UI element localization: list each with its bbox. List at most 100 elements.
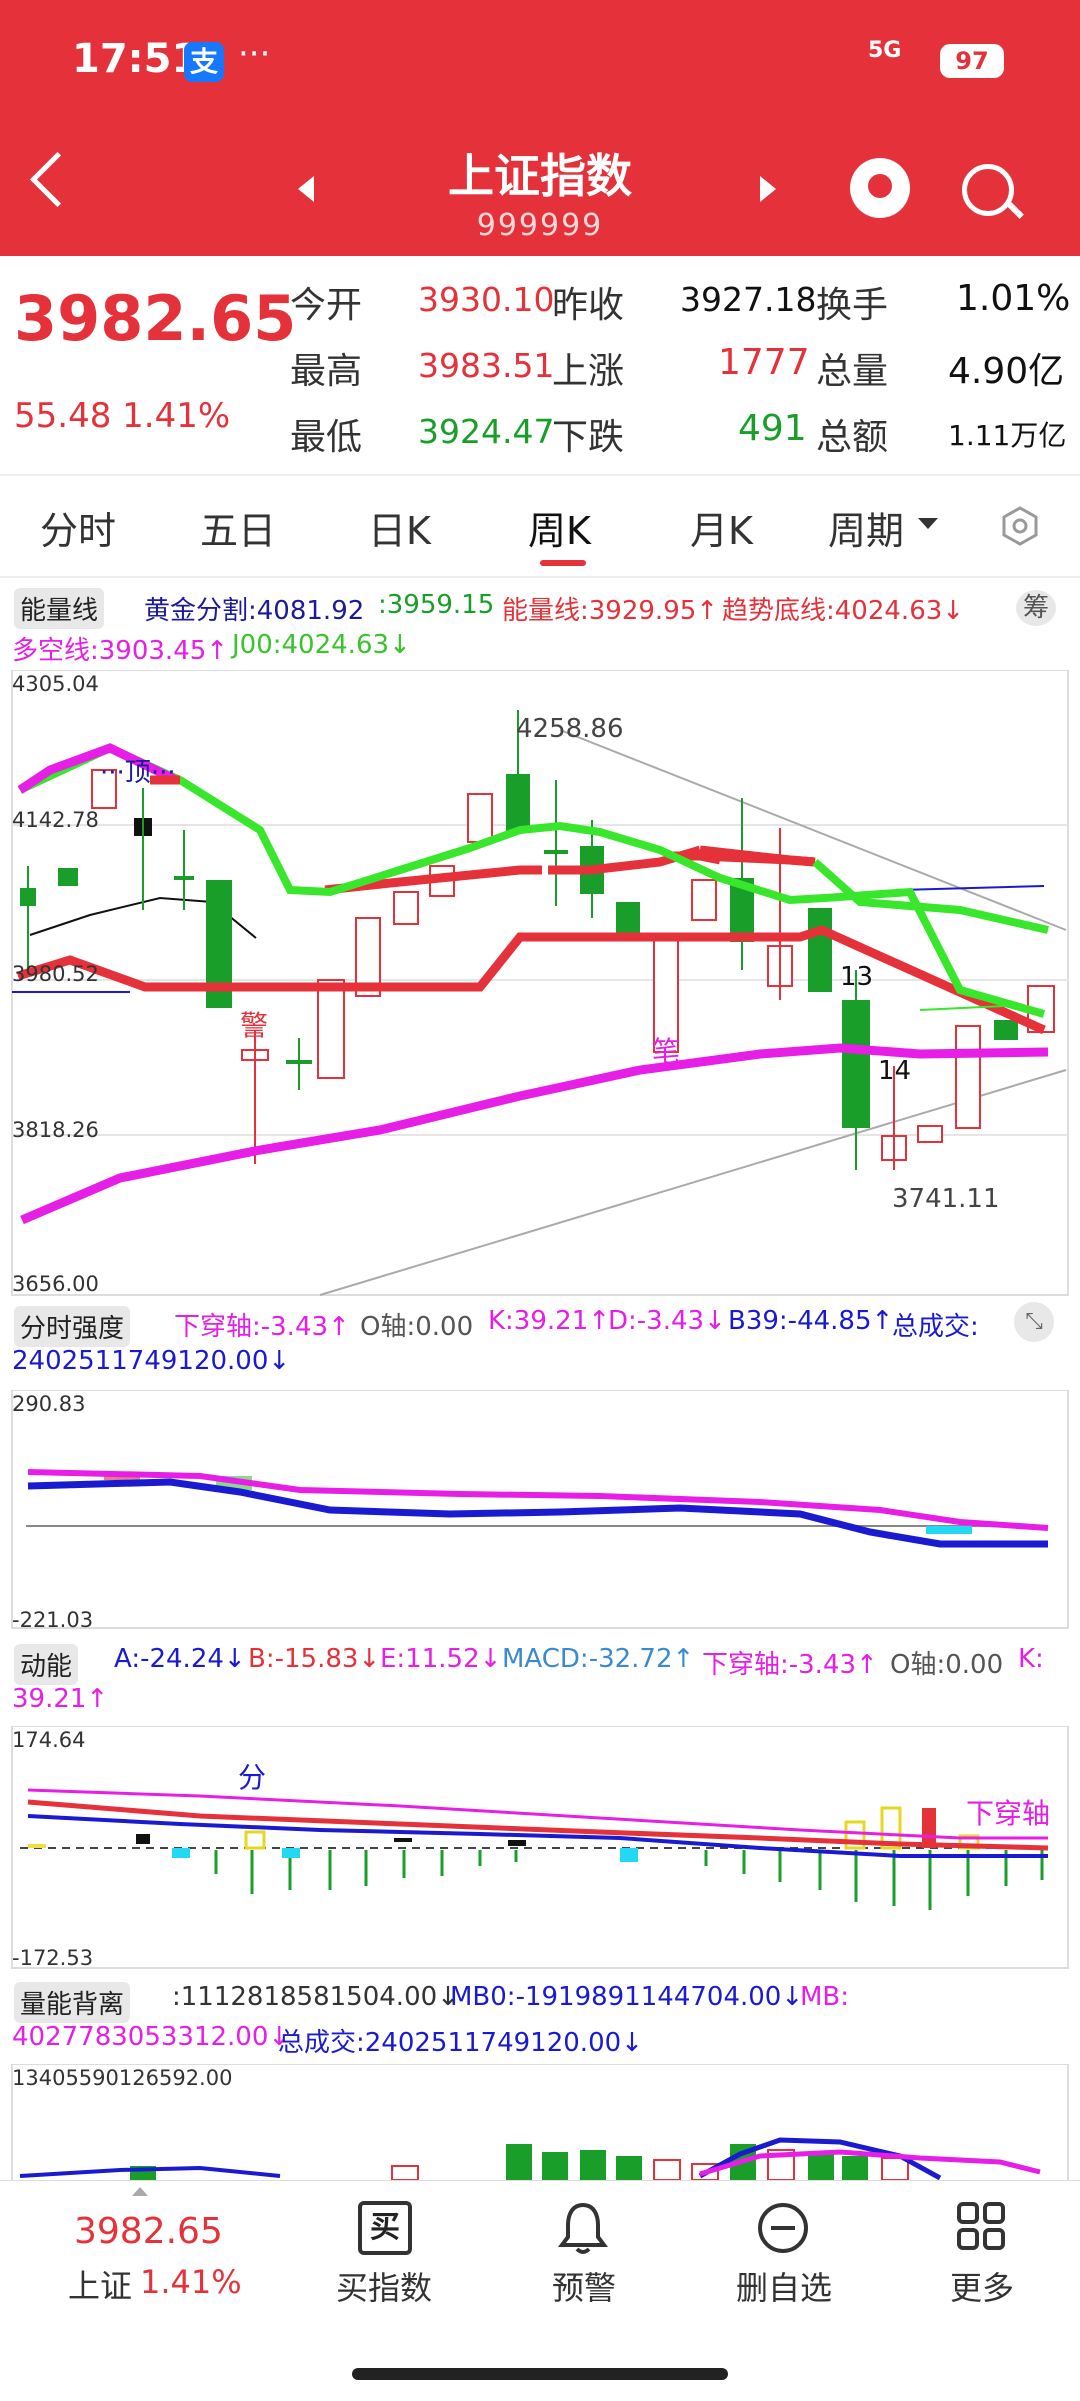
panel3-macd: MACD:-32.72↑: [502, 1644, 695, 1674]
advance-value: 1777: [718, 342, 810, 383]
panel3-cross: 下穿轴:-3.43↑: [702, 1650, 878, 1680]
panel2-total-value: 2402511749120.00↓: [12, 1346, 291, 1376]
annotation-warn: 警: [240, 1009, 269, 1042]
remove-circle-icon[interactable]: [756, 2201, 810, 2255]
panel4-v2: 4027783053312.00↓: [12, 2022, 291, 2052]
panel2-cross: 下穿轴:-3.43↑: [174, 1312, 350, 1342]
main-indicator-selector[interactable]: 能量线: [14, 588, 105, 629]
search-icon[interactable]: [962, 164, 1014, 216]
prev-close-value: 3927.18: [680, 280, 817, 319]
panel4-mb0: MB0:-1919891144704.00↓: [450, 1982, 804, 2012]
divider: [0, 576, 1080, 578]
back-arrow-icon[interactable]: [29, 151, 86, 208]
y-axis-tick: -221.03: [12, 1608, 94, 1632]
panel4-mb: MB:: [800, 1982, 850, 2012]
panel4-selector[interactable]: 量能背离: [14, 1982, 131, 2023]
battery-icon: 97: [940, 44, 1004, 78]
momentum-chart[interactable]: [0, 1726, 1080, 1970]
alert-button[interactable]: 预警: [552, 2263, 616, 2309]
tab-monthly-k[interactable]: 月K: [690, 500, 753, 555]
bottom-pct[interactable]: 1.41%: [140, 2263, 242, 2301]
decline-value: 491: [738, 408, 807, 449]
volume-value: 4.90亿: [948, 351, 1065, 392]
tab-period[interactable]: 周期: [828, 500, 904, 555]
annotation-low: 3741.11: [892, 1184, 1000, 1214]
expand-icon[interactable]: ⤡: [1014, 1302, 1054, 1342]
annotation-bi: 笔: [652, 1035, 681, 1068]
tab-active-indicator: [540, 560, 586, 566]
panel2-k: K:39.21↑: [488, 1306, 611, 1336]
panel2-selector[interactable]: 分时强度: [14, 1306, 131, 1347]
stock-code: 999999: [476, 208, 604, 243]
bell-icon[interactable]: [558, 2201, 608, 2255]
tab-daily-k[interactable]: 日K: [368, 500, 431, 555]
assistant-robot-eye: [868, 174, 892, 198]
next-stock-icon[interactable]: [760, 176, 776, 202]
panel2-o: O轴:0.00: [360, 1312, 474, 1342]
network-icon: 5G: [868, 38, 902, 63]
buy-index-button[interactable]: 买指数: [336, 2263, 432, 2309]
y-axis-tick: 4305.04: [12, 672, 99, 696]
annotation-high: 4258.86: [516, 714, 624, 744]
legend-gold2: :3959.15: [378, 590, 495, 620]
amount-label: 总额: [816, 417, 889, 458]
panel3-a: A:-24.24↓: [114, 1644, 246, 1674]
high-label: 最高: [290, 351, 363, 392]
annotation-14: 14: [878, 1056, 912, 1086]
turnover-value: 1.01%: [956, 278, 1071, 319]
annotation-top: ···顶···: [100, 758, 176, 788]
price-change: 55.48 1.41%: [14, 396, 231, 436]
remove-watchlist-button[interactable]: 删自选: [736, 2263, 832, 2309]
amount-value: 1.11万亿: [948, 419, 1067, 452]
panel2-d: D:-3.43↓: [608, 1306, 726, 1336]
low-value: 3924.47: [418, 412, 555, 451]
settings-hex-icon[interactable]: [1000, 506, 1040, 546]
current-price: 3982.65: [14, 282, 297, 355]
panel4-total: 总成交:2402511749120.00↓: [278, 2028, 643, 2058]
buy-index-icon[interactable]: 买: [358, 2201, 412, 2255]
header-bar: 17:51 支 ··· 5G 97 上证指数 999999: [0, 0, 1080, 256]
status-more-icon: ···: [238, 34, 271, 74]
divider: [0, 474, 1080, 476]
alipay-icon: 支: [184, 42, 224, 82]
bottom-price[interactable]: 3982.65: [74, 2211, 223, 2252]
page-title: 上证指数: [448, 149, 632, 203]
open-value: 3930.10: [418, 280, 555, 319]
period-dropdown-icon[interactable]: [918, 518, 938, 529]
more-button[interactable]: 更多: [950, 2263, 1014, 2309]
home-indicator[interactable]: [352, 2368, 728, 2380]
panel3-b: B:-15.83↓: [248, 1644, 381, 1674]
legend-trend: 趋势底线:4024.63↓: [722, 596, 965, 626]
y-axis-tick: 290.83: [12, 1392, 86, 1416]
tab-five-day[interactable]: 五日: [200, 500, 276, 555]
tab-intraday[interactable]: 分时: [40, 500, 116, 555]
tab-weekly-k[interactable]: 周K: [528, 500, 591, 555]
panel3-k-value: 39.21↑: [12, 1684, 109, 1714]
panel3-selector[interactable]: 动能: [14, 1644, 79, 1685]
bottom-index-name[interactable]: 上证: [68, 2261, 132, 2307]
decline-label: 下跌: [552, 417, 625, 458]
strength-chart[interactable]: [0, 1390, 1080, 1630]
expand-up-icon[interactable]: [132, 2187, 148, 2196]
legend-bullbear: 多空线:3903.45↑: [12, 636, 229, 666]
status-time: 17:51: [72, 36, 200, 82]
annotation-fen: 分: [238, 1761, 267, 1794]
low-label: 最低: [290, 417, 363, 458]
y-axis-tick: 174.64: [12, 1728, 86, 1752]
panel3-k-label: K:: [1018, 1644, 1044, 1674]
chip-button[interactable]: 筹: [1016, 590, 1056, 626]
y-axis-tick: -172.53: [12, 1946, 94, 1970]
panel2-b39: B39:-44.85↑: [728, 1306, 894, 1336]
prev-close-label: 昨收: [552, 285, 625, 326]
legend-gold: 黄金分割:4081.92: [144, 596, 365, 626]
annotation-cross-axis: 下穿轴: [966, 1797, 1051, 1830]
y-axis-tick: 3818.26: [12, 1118, 99, 1142]
grid-more-icon[interactable]: [956, 2201, 1006, 2251]
turnover-label: 换手: [816, 285, 889, 326]
advance-label: 上涨: [552, 351, 625, 392]
legend-energy: 能量线:3929.95↑: [502, 596, 719, 626]
panel4-v1: :1112818581504.00↓: [172, 1982, 459, 2012]
y-axis-tick: 13405590126592.00: [12, 2066, 233, 2090]
annotation-13: 13: [840, 962, 874, 992]
y-axis-tick: 3656.00: [12, 1272, 99, 1296]
